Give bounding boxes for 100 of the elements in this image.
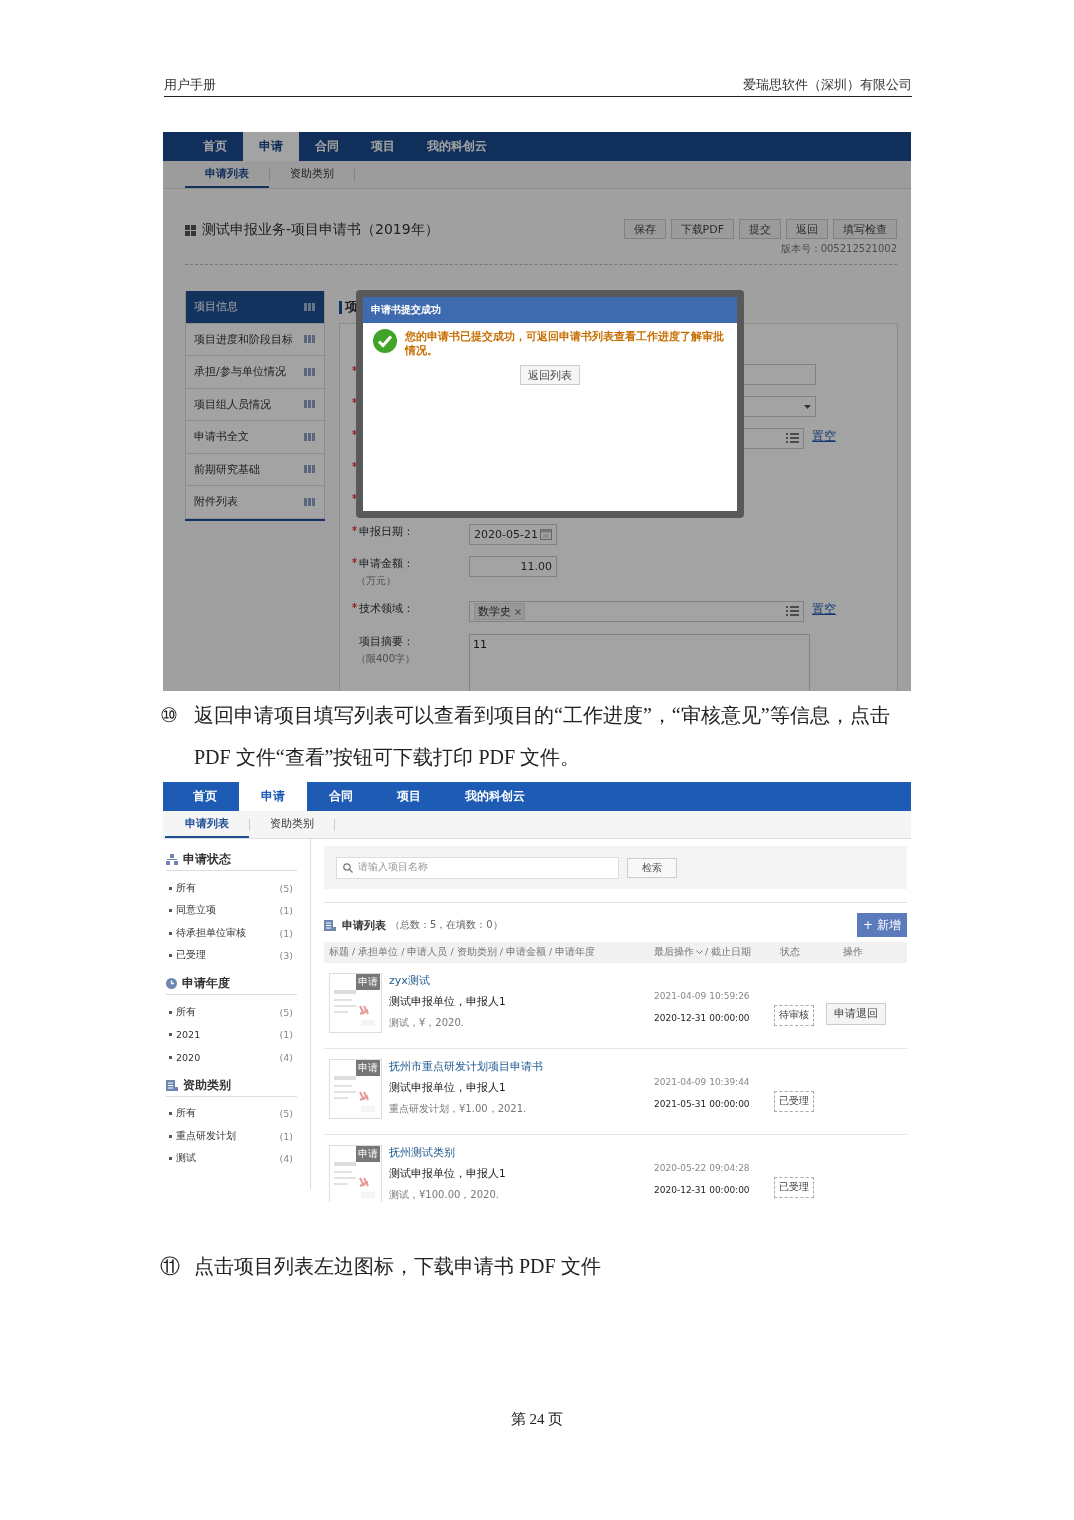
side-menu-item[interactable]: 项目组人员情况 <box>185 388 325 421</box>
filter-link[interactable]: 已受理 <box>176 949 206 963</box>
status-label: 待审核 <box>773 1005 814 1026</box>
field-label: 技术领域： <box>359 601 414 616</box>
nav-tab[interactable]: 我的科创云 <box>443 782 547 811</box>
filter-link[interactable]: 2021 <box>176 1029 201 1041</box>
application-meta: 测试，¥100.00，2020. <box>389 1188 500 1202</box>
section-marker <box>339 300 342 314</box>
filter-count: (5) <box>279 1006 293 1018</box>
clear-link[interactable]: 置空 <box>812 601 836 618</box>
nav-tab[interactable]: 项目 <box>375 782 443 811</box>
filter-link[interactable]: 所有 <box>176 1107 196 1121</box>
columns-icon <box>304 400 316 409</box>
applicant-text: 测试申报单位，申报人1 <box>389 995 507 1009</box>
column-header: 状态 <box>780 946 800 959</box>
step-text: 返回申请项目填写列表可以查看到项目的“工作进度”，“审核意见”等信息，点击 PDF 文件“查看”按钮可下载打印 PDF 文件。 <box>194 703 891 770</box>
chevron-down-icon[interactable] <box>696 950 703 955</box>
field-hint: （限400字） <box>355 652 417 666</box>
toolbar-button[interactable]: 下载PDF <box>670 219 734 239</box>
toolbar-button[interactable]: 保存 <box>623 219 666 239</box>
applicant-text: 测试申报单位，申报人1 <box>389 1167 507 1181</box>
bullet-icon <box>169 1134 172 1138</box>
add-button[interactable]: + 新增 <box>857 913 907 937</box>
application-title-link[interactable]: 抚州测试类别 <box>389 1145 654 1160</box>
filter-link[interactable]: 测试 <box>176 1152 196 1166</box>
nav-tab[interactable]: 首页 <box>187 132 243 161</box>
nav-tab[interactable]: 项目 <box>355 132 411 161</box>
application-title-link[interactable]: zyx测试 <box>389 973 654 988</box>
filter-count: (4) <box>279 1051 293 1063</box>
filter-link[interactable]: 所有 <box>176 1005 196 1019</box>
nav-tab[interactable]: 合同 <box>299 132 355 161</box>
filter-link[interactable]: 待承担单位审核 <box>176 926 246 940</box>
tag-field[interactable]: 数学史 <box>469 601 804 622</box>
side-menu-item[interactable]: 项目信息 <box>185 291 325 324</box>
bullet-icon <box>169 954 172 958</box>
manual-title: 用户手册 <box>164 76 216 94</box>
sub-tab[interactable]: 申请列表 <box>165 811 249 838</box>
step-number: ⑪ <box>160 1254 181 1279</box>
sort-header[interactable]: 最后操作 <box>654 946 694 959</box>
grid-icon <box>185 224 196 236</box>
nav-tab[interactable]: 首页 <box>171 782 239 811</box>
list-icon[interactable] <box>786 606 799 617</box>
pdf-thumbnail[interactable]: 申请 <box>329 1059 382 1119</box>
filter-link[interactable]: 重点研发计划 <box>176 1129 236 1143</box>
pdf-thumbnail[interactable]: 申请 <box>329 973 382 1033</box>
pdf-thumbnail[interactable]: 申请 <box>329 1145 382 1202</box>
version-number: 版本号：005212521002 <box>779 242 897 256</box>
bullet-icon <box>169 1033 172 1037</box>
filter-count: (1) <box>279 1029 293 1041</box>
back-to-list-button[interactable]: 返回列表 <box>520 365 580 385</box>
toolbar-button[interactable]: 填写检查 <box>833 219 897 239</box>
clear-link[interactable]: 置空 <box>812 428 836 445</box>
side-menu-item[interactable]: 附件列表 <box>185 486 325 519</box>
nav-tab[interactable]: 申请 <box>243 132 299 161</box>
filter-link[interactable]: 所有 <box>176 881 196 895</box>
columns-icon <box>304 497 316 506</box>
side-menu-item[interactable]: 承担/参与单位情况 <box>185 356 325 389</box>
search-button[interactable]: 检索 <box>627 857 677 878</box>
toolbar-button[interactable]: 返回 <box>786 219 828 239</box>
side-menu-item[interactable]: 前期研究基础 <box>185 453 325 486</box>
nav-tab[interactable]: 申请 <box>239 782 307 811</box>
application-title-link[interactable]: 抚州市重点研发计划项目申请书 <box>389 1059 654 1074</box>
filter-count: (5) <box>279 882 293 894</box>
side-menu-item[interactable]: 项目进度和阶段目标 <box>185 323 325 356</box>
sub-tab[interactable]: 申请列表 <box>185 161 269 188</box>
nav-tab[interactable]: 合同 <box>307 782 375 811</box>
success-message: 您的申请书已提交成功，可返回申请书列表查看工作进度了解审批情况。 <box>405 329 725 357</box>
tag-chip[interactable]: 数学史 <box>474 603 525 620</box>
list-icon[interactable] <box>786 433 799 444</box>
bullet-icon <box>169 1010 172 1014</box>
withdraw-button[interactable]: 申请退回 <box>826 1003 886 1025</box>
company-name: 爱瑞思软件（深圳）有限公司 <box>743 76 912 94</box>
remove-icon[interactable] <box>515 608 521 615</box>
date-field[interactable]: 2020-05-21 <box>469 524 557 545</box>
amount-field[interactable]: 11.00 <box>469 556 557 577</box>
nav-tab[interactable]: 我的科创云 <box>411 132 503 161</box>
column-header: / 截止日期 <box>705 946 752 959</box>
search-icon <box>343 862 353 873</box>
filter-count: (3) <box>279 950 293 962</box>
summary-textarea[interactable]: 11 <box>469 634 810 691</box>
step-number: ⑩ <box>160 703 179 728</box>
columns-icon <box>304 432 316 441</box>
caret-icon <box>804 404 811 409</box>
bullet-icon <box>169 1157 172 1161</box>
status-label: 已受理 <box>773 1177 814 1198</box>
calendar-icon[interactable] <box>540 529 552 540</box>
side-menu-item[interactable]: 申请书全文 <box>185 421 325 454</box>
list-icon <box>324 919 336 931</box>
dialog-title: 申请书提交成功 <box>363 297 737 323</box>
sub-tab[interactable]: 资助类别 <box>270 161 354 188</box>
toolbar-button[interactable]: 提交 <box>739 219 781 239</box>
filter-group-title: 资助类别 <box>183 1077 231 1093</box>
application-meta: 重点研发计划，¥1.00，2021. <box>389 1102 528 1116</box>
last-operation-time: 2021-04-09 10:39:44 <box>654 1077 751 1087</box>
sub-tab[interactable]: 资助类别 <box>250 811 334 838</box>
deadline-time: 2020-12-31 00:00:00 <box>654 1013 751 1023</box>
filter-link[interactable]: 2020 <box>176 1051 201 1063</box>
filter-link[interactable]: 同意立项 <box>176 904 216 918</box>
columns-icon <box>304 302 316 311</box>
bullet-icon <box>169 909 172 913</box>
